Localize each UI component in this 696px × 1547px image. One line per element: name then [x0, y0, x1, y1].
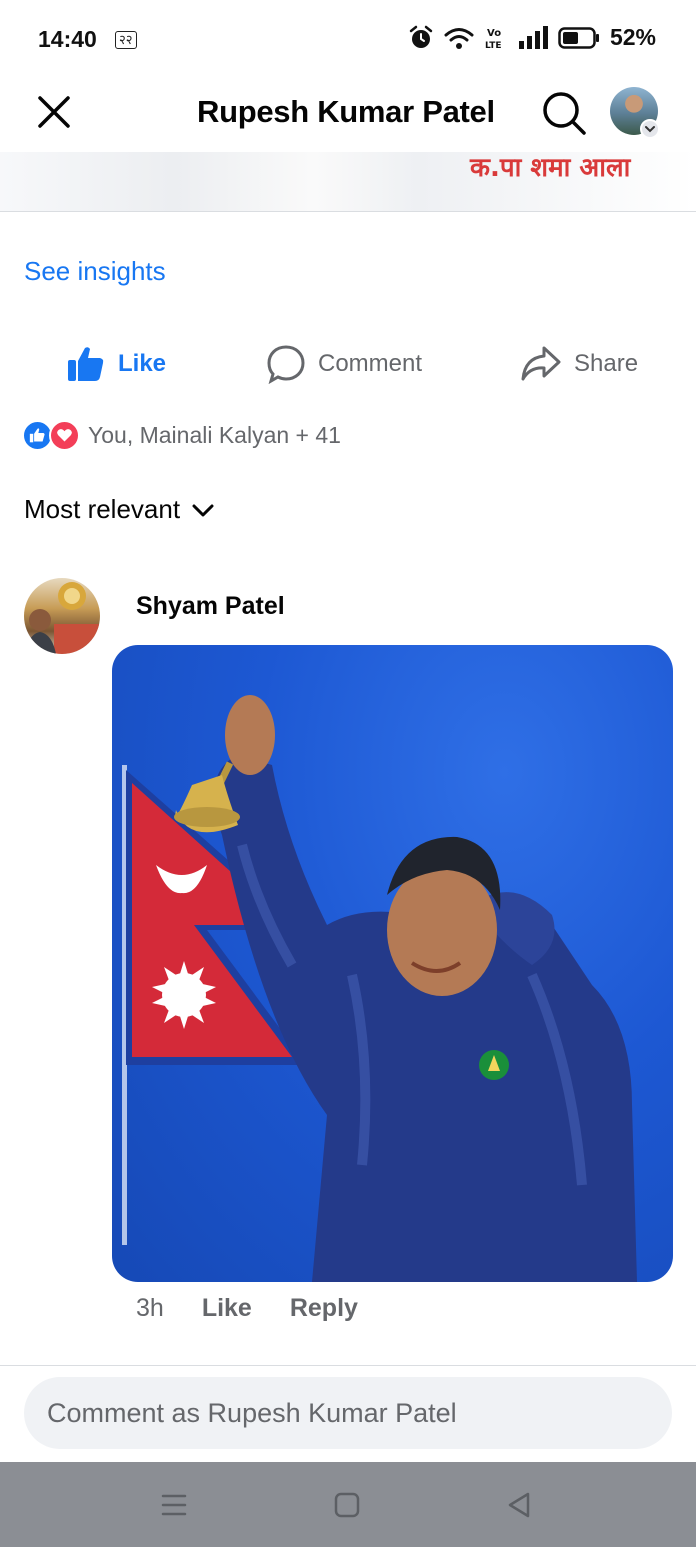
comment-photo-attachment[interactable] — [112, 645, 673, 1282]
search-icon[interactable] — [540, 89, 588, 137]
comment-button[interactable]: Comment — [266, 338, 422, 390]
reactions-summary[interactable]: You, Mainali Kalyan + 41 — [22, 418, 341, 452]
back-icon[interactable] — [502, 1488, 536, 1522]
commenter-avatar[interactable] — [24, 578, 100, 654]
comment-like-button[interactable]: Like — [202, 1294, 252, 1323]
home-icon[interactable] — [330, 1488, 364, 1522]
top-bar: Rupesh Kumar Patel — [0, 80, 696, 152]
signal-icon — [518, 25, 548, 49]
battery-percent: 52% — [609, 24, 656, 50]
battery-icon — [558, 26, 599, 49]
comment-meta: 3h Like Reply — [136, 1294, 358, 1323]
comment-bubble-icon — [267, 345, 305, 384]
close-icon[interactable] — [34, 92, 74, 132]
post-image-caption: क.पा शमा आला — [470, 153, 631, 183]
share-button[interactable]: Share — [520, 338, 638, 390]
like-button-label: Like — [118, 350, 167, 377]
comment-author[interactable]: Shyam Patel — [136, 592, 285, 621]
composer-divider — [0, 1365, 696, 1366]
status-time: 14:40 — [38, 26, 97, 52]
svg-text:LTE: LTE — [485, 41, 502, 51]
account-switcher-chevron-icon[interactable] — [640, 119, 660, 139]
system-navigation-bar — [0, 1462, 696, 1547]
share-button-label: Share — [574, 350, 639, 377]
comment-sort-dropdown[interactable]: Most relevant — [24, 494, 216, 525]
page-title: Rupesh Kumar Patel — [197, 94, 495, 129]
post-image-remnant[interactable]: क.पा शमा आला — [0, 152, 696, 212]
menu-icon[interactable] — [157, 1488, 191, 1522]
comment-timestamp: 3h — [136, 1294, 164, 1322]
comment-button-label: Comment — [318, 350, 423, 377]
sort-label: Most relevant — [24, 494, 181, 524]
comment-input[interactable] — [24, 1377, 672, 1449]
see-insights-link[interactable]: See insights — [24, 256, 166, 287]
volte-icon: Vo LTE — [485, 28, 502, 51]
comment-reply-button[interactable]: Reply — [290, 1294, 358, 1323]
svg-text:Vo: Vo — [487, 28, 501, 39]
love-reaction-icon — [49, 419, 80, 451]
chevron-down-icon — [645, 126, 655, 133]
share-arrow-icon — [521, 346, 561, 381]
like-button[interactable]: Like — [66, 338, 166, 390]
thumbs-up-icon — [68, 347, 104, 381]
wifi-icon — [444, 27, 474, 49]
status-bar: 14:40 २२ Vo LTE 52% — [0, 0, 696, 80]
status-device-badge: २२ — [115, 31, 137, 49]
alarm-icon — [409, 25, 433, 48]
status-icons: Vo LTE 52% — [408, 24, 656, 51]
chevron-down-icon — [192, 504, 214, 516]
reactions-text: You, Mainali Kalyan + 41 — [88, 421, 341, 448]
